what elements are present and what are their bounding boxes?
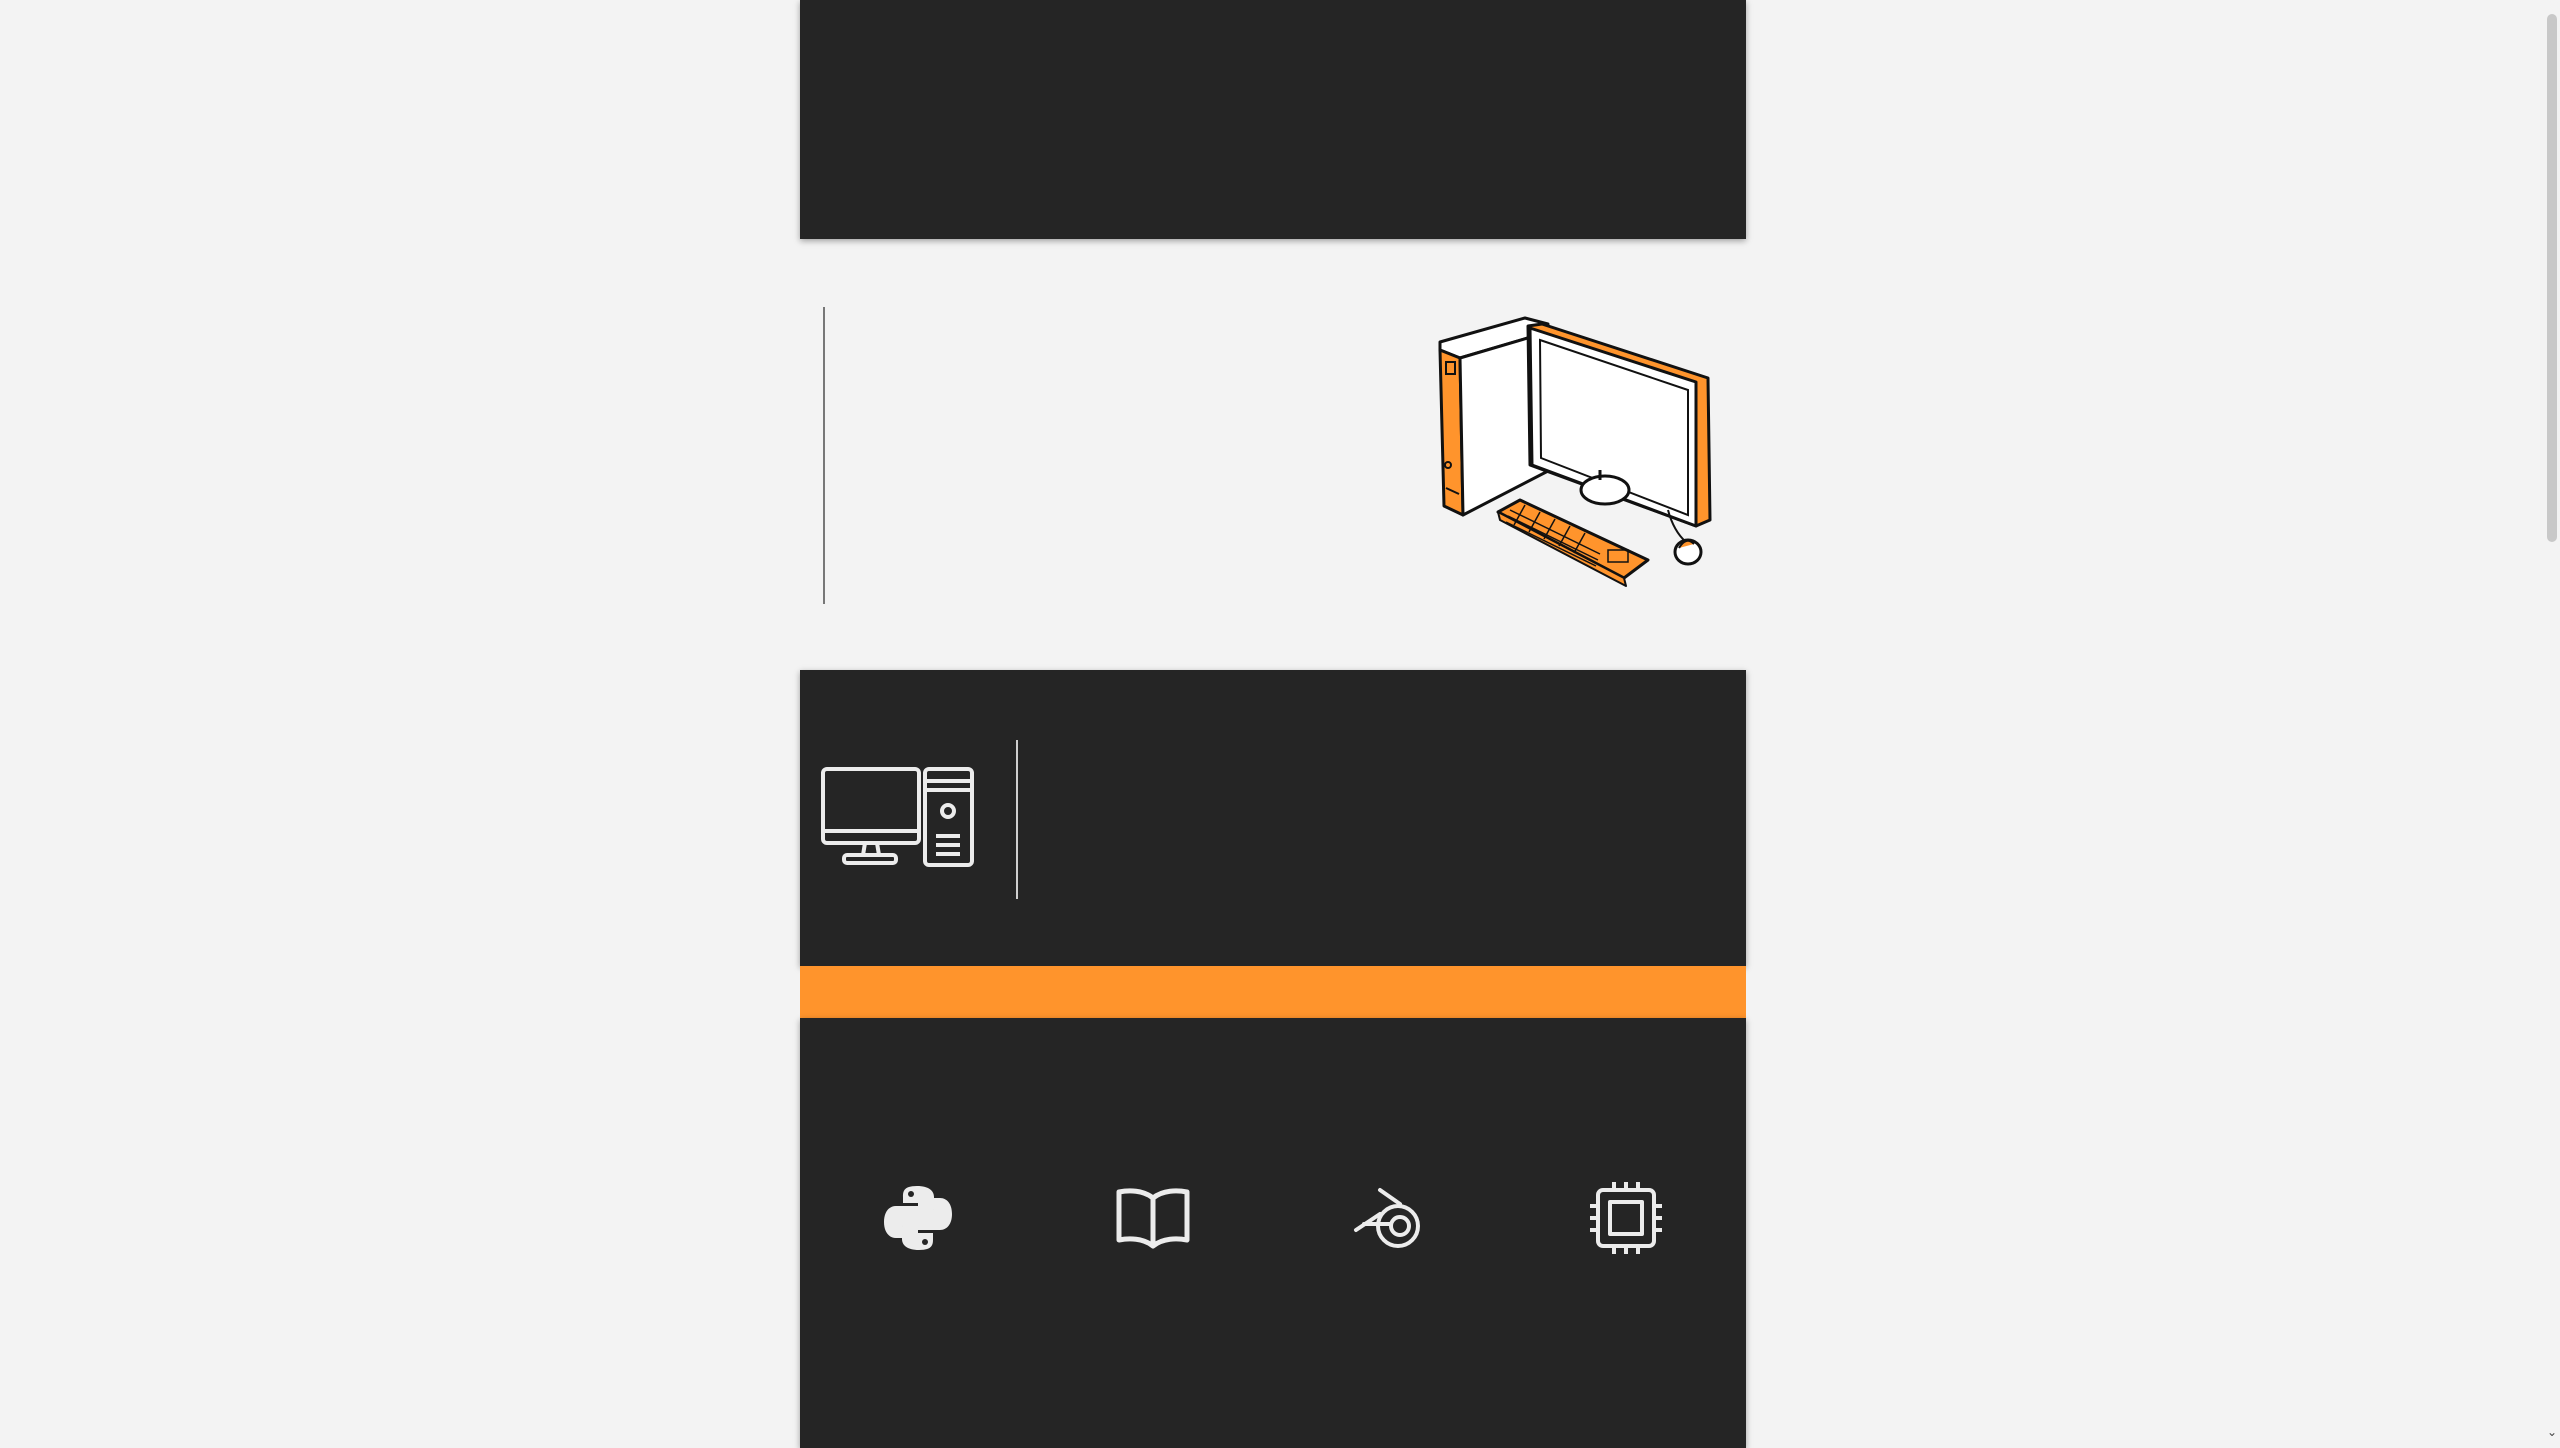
blender-icon <box>1350 1178 1430 1258</box>
accent-bar <box>800 966 1746 1018</box>
page-scrollbar[interactable]: ⌄ <box>2544 0 2560 1440</box>
top-banner <box>800 0 1746 239</box>
desktop-computer-icon <box>821 767 974 867</box>
skills-section <box>800 1018 1746 1448</box>
scrollbar-thumb[interactable] <box>2547 14 2557 542</box>
info-card-divider-line <box>1016 740 1018 899</box>
hero-divider-line <box>823 307 825 604</box>
cpu-chip-icon <box>1586 1178 1666 1258</box>
info-card <box>800 670 1746 966</box>
scroll-down-arrow-icon[interactable]: ⌄ <box>2547 1426 2557 1438</box>
python-icon <box>878 1178 958 1258</box>
hero-section <box>800 300 1746 610</box>
desktop-computer-illustration <box>1438 316 1712 587</box>
open-book-icon <box>1113 1178 1193 1258</box>
